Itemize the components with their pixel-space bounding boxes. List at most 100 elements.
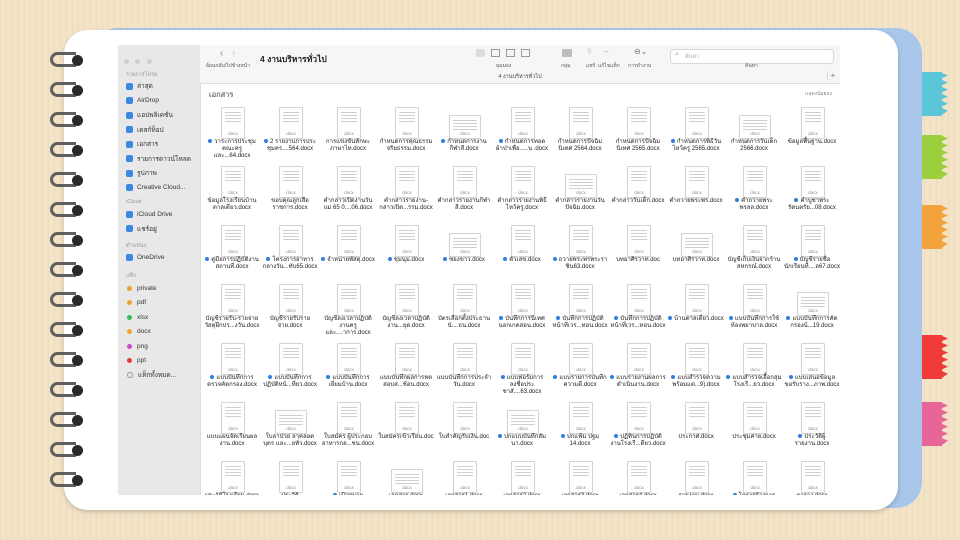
column-view-icon[interactable]	[506, 49, 515, 57]
file-item[interactable]: docx ซองขาว.docx	[436, 225, 492, 281]
sidebar-item-location[interactable]: OneDrive	[126, 251, 164, 263]
file-item[interactable]: docx ขอบคุณลูกเสือราชการ.docx	[262, 166, 318, 222]
gallery-view-icon[interactable]	[521, 49, 530, 57]
file-item[interactable]: docx แบบเสนอข้อมูลขอรับราง...ภาพ.docx	[784, 343, 840, 399]
file-item[interactable]: docx การแข่งขันทักษะภาษาไท.docx	[320, 107, 376, 163]
action-icon[interactable]: ⊖⌄	[634, 47, 647, 56]
file-item[interactable]: docx ใบสำคัญรับเงิน.doc	[436, 402, 492, 458]
sidebar-item-favorite[interactable]: แอปพลิเคชั่น	[126, 109, 173, 121]
sidebar-item-tag[interactable]: xlsx	[126, 311, 148, 323]
file-item[interactable]: docx บันทึกการปฏิบัติหน้าที่เวร...ทอน.doc…	[610, 284, 666, 340]
group-icon[interactable]	[562, 49, 572, 57]
file-item[interactable]: docx คำกล่าวรายงานพิธีไหว้ครู.docx	[494, 166, 550, 222]
sidebar-item-tag[interactable]: private	[126, 282, 157, 294]
file-item[interactable]: docx แบบบันทึกการตรวจคัดกรอง.docx	[204, 343, 260, 399]
file-item[interactable]: docx กำหนดการงานกีฬาสี.docx	[436, 107, 492, 163]
file-item[interactable]: docx แบบรายงานผลการดำเนินงาน.docx	[610, 343, 666, 399]
file-item[interactable]: docx ใบสมัครเข้าเรียน.doc	[378, 402, 434, 458]
file-item[interactable]: docx ใบลาป่วย ลาคลอดบุตร และ...ยทั่ว.docx	[262, 402, 318, 458]
file-item[interactable]: docx คำถวายพระพร.docx	[668, 166, 724, 222]
file-item[interactable]: docx คำบูชาพระรัตนตรัย...08.docx	[784, 166, 840, 222]
file-item[interactable]: docx ชุมนุม.docx	[378, 225, 434, 281]
file-item[interactable]: docx บันทึกการนิเทศนอกเกดสอน.docx	[494, 284, 550, 340]
sidebar-item-favorite[interactable]: ล่าสุด	[126, 80, 153, 92]
sidebar-item-favorite[interactable]: รายการดาวน์โหลด	[126, 153, 191, 165]
file-item[interactable]: docx เอกสาร.docx	[378, 461, 434, 495]
file-item[interactable]: docx เอกสาร4.docx	[610, 461, 666, 495]
minimize-window-button[interactable]	[135, 59, 141, 64]
file-item[interactable]: docx คำกล่าวรายงานกีฬาสี.docx	[436, 166, 492, 222]
file-item[interactable]: docx แบบรายการบันทึกความดี.docx	[552, 343, 608, 399]
file-item[interactable]: docx วาระการประชุมคณะครูและ...64.docx	[204, 107, 260, 163]
file-item[interactable]: docx คู่มือการปฏิบัติงานสถานที่.docx	[204, 225, 260, 281]
file-item[interactable]: docx โครงสร้างการบริหาร.docx	[726, 461, 782, 495]
file-item[interactable]: docx บัญชีรายรับรายจ่าย.docx	[262, 284, 318, 340]
file-item[interactable]: docx แบบบันทึกการเยี่ยมบ้าน.docx	[320, 343, 376, 399]
sidebar-item-favorite[interactable]: Creative Cloud...	[126, 182, 185, 194]
file-item[interactable]: docx ข้อมูลโรงเรียนบ้านตาลเดี่ยว.docx	[204, 166, 260, 222]
file-item[interactable]: docx เอกสาร3.docx	[552, 461, 608, 495]
file-item[interactable]: docx ปฏิทินการปฏิบัติงานโรงเรี...ดียว.doc…	[610, 402, 666, 458]
close-window-button[interactable]	[124, 59, 129, 64]
file-item[interactable]: docx ประชุมค่าย.docx	[726, 402, 782, 458]
file-item[interactable]: docx ถวายพระพรพระราชิน63.docx	[552, 225, 608, 281]
file-item[interactable]: docx แบบบันทึกการใช้ห้องพยาบาล.docx	[726, 284, 782, 340]
file-item[interactable]: docx แบบสำรวจเอื้อกลุ่มโรงเรี...ยว.docx	[726, 343, 782, 399]
sidebar-item-favorite[interactable]: เอกสาร	[126, 138, 158, 150]
sidebar-item-icloud[interactable]: iCloud Drive	[126, 208, 172, 220]
file-item[interactable]: docx แบบบันทึกการปฏิบัติหน้...ที่ยว.docx	[262, 343, 318, 399]
file-item[interactable]: docx คำกล่าวเปิดงานวันแม่ 65 0....06.docx	[320, 166, 376, 222]
back-icon[interactable]: ‹	[220, 48, 223, 59]
file-item[interactable]: docx แบบแผนจัดเรียนผลงาน.docx	[204, 402, 260, 458]
share-icon[interactable]: ⇪	[586, 47, 593, 56]
sidebar-item-tag[interactable]: docx	[126, 326, 151, 338]
file-item[interactable]: docx เอกสาร2.docx	[494, 461, 550, 495]
sidebar-item-tag[interactable]: png	[126, 340, 148, 352]
file-item[interactable]: docx กำหนดการทอดผ้าป่าเพื่อ.....น .docx	[494, 107, 550, 163]
sidebar-item-favorite[interactable]: AirDrop	[126, 95, 159, 107]
file-item[interactable]: docx แบบสำรวจความพร้อมแต่...9).docx	[668, 343, 724, 399]
file-item[interactable]: docx แบบบันทึกผลการทดสอบส...ช้อน.docx	[378, 343, 434, 399]
file-item[interactable]: docx บัญชีเก็บเงินจากร้านสหกรณ์.docx	[726, 225, 782, 281]
sidebar-item-favorite[interactable]: เดสก์ท็อป	[126, 124, 164, 136]
tag-icon[interactable]: ⌁	[604, 47, 609, 56]
file-item[interactable]: docx ปกแฟ้ม ปฐม 14.docx	[552, 402, 608, 458]
file-item[interactable]: docx คำกล่าวรายงาน-กล่าวเปิด...รรม.docx	[378, 166, 434, 222]
file-item[interactable]: docx คำกล่าวรายงานวันปัจฉิม.docx	[552, 166, 608, 222]
show-less-link[interactable]: แสดงน้อยลง	[805, 90, 832, 98]
file-item[interactable]: docx บทอาศิรวาท.doc	[610, 225, 666, 281]
file-item[interactable]: docx โครงการอาหารกลางวัน...ทับ65.docx	[262, 225, 318, 281]
file-item[interactable]: docx แบบบันทึกการประจำวัน.docx	[436, 343, 492, 399]
sidebar-item-tag[interactable]: แท็กทั้งหมด...	[126, 369, 176, 381]
file-item[interactable]: docx เอกสาร1.docx	[436, 461, 492, 495]
file-item[interactable]: docx ประวัติโรงเรียน.docx	[204, 461, 260, 495]
forward-icon[interactable]: ›	[232, 48, 235, 59]
file-item[interactable]: docx กำหนดการคุณธรรมจริยธรรม.docx	[378, 107, 434, 163]
file-item[interactable]: docx จำหน่ายพัสดุ.docx	[320, 225, 376, 281]
file-item[interactable]: docx บัญชีรายรับ-รายจ่ายวัสดุฝึกปร...งวัน…	[204, 284, 260, 340]
file-item[interactable]: docx บัญชีลงเวลาปฏิบัติงาน...ยุด.docx	[378, 284, 434, 340]
file-item[interactable]: docx ข้อมูลพื้นฐาน.docx	[784, 107, 840, 163]
file-item[interactable]: docx แบบบันทึกการคัดกรองน้...19.docx	[784, 284, 840, 340]
file-item[interactable]: docx ใบสมัคร ผู้ประกอบอาหารกล...ชน.docx	[320, 402, 376, 458]
file-item[interactable]: docx คำถวายพระพรลล.docx	[726, 166, 782, 222]
file-item[interactable]: docx บ้านตาลเดี่ยว.docx	[668, 284, 724, 340]
file-item[interactable]: docx รายงาน.docx	[668, 461, 724, 495]
file-item[interactable]: docx ประวัติโรงเรียน...docx	[262, 461, 318, 495]
file-item[interactable]: docx กำหนดการปัจฉิมนิเทศ 2564.docx	[552, 107, 608, 163]
file-item[interactable]: docx เป้าหมายโรงเรียน.docx	[320, 461, 376, 495]
file-item[interactable]: docx ตาราง.docx	[784, 461, 840, 495]
add-tab-button[interactable]: +	[827, 71, 838, 81]
file-item[interactable]: docx กำหนดการพิธีวันไหว้ครู 2565.docx	[668, 107, 724, 163]
file-item[interactable]: docx บันทึกการปฏิบัติหน้าที่เวร...ทอน.doc…	[552, 284, 608, 340]
sidebar-item-tag[interactable]: pdf	[126, 297, 146, 309]
file-item[interactable]: docx ประวัติผู้รายงาน.docx	[784, 402, 840, 458]
file-item[interactable]: docx กำหนดการวันเด็ก 2566.docx	[726, 107, 782, 163]
file-item[interactable]: docx บทอาศิรวาท.docx	[668, 225, 724, 281]
file-item[interactable]: docx กำหนดการปัจฉิมนิเทศ 2565.docx	[610, 107, 666, 163]
sidebar-item-tag[interactable]: ppt	[126, 355, 146, 367]
file-item[interactable]: docx ปกแบบบันทึกสัมนา.docx	[494, 402, 550, 458]
file-item[interactable]: docx บัญชีรายชื่อนักเรียนที่....ล67.docx	[784, 225, 840, 281]
file-item[interactable]: docx ตัวเลข.docx	[494, 225, 550, 281]
file-item[interactable]: docx บัญชีลงเวลาปฏิบัติงานครูและ....าการ.…	[320, 284, 376, 340]
